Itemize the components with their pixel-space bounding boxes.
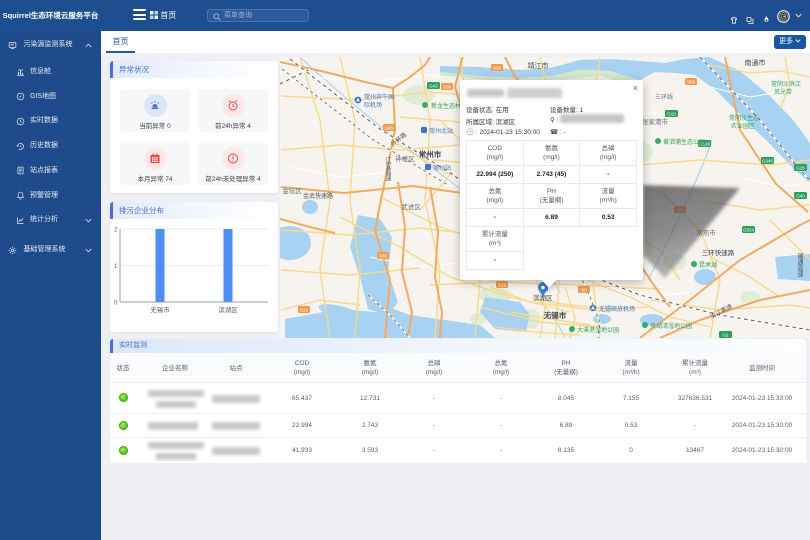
svg-text:际机场: 际机场: [364, 101, 382, 109]
svg-text:常州北站: 常州北站: [429, 127, 453, 135]
svg-text:无锡市: 无锡市: [150, 305, 170, 314]
svg-text:昆承湖: 昆承湖: [699, 261, 717, 269]
svg-text:贡湖湾湿地公园: 贡湖湾湿地公园: [650, 322, 692, 330]
svg-text:G42: G42: [429, 84, 438, 89]
svg-text:常阴沙生态: 常阴沙生态: [729, 114, 759, 122]
svg-text:张家港市: 张家港市: [642, 117, 669, 126]
svg-text:G15: G15: [796, 166, 805, 171]
svg-text:武进区: 武进区: [401, 202, 421, 211]
svg-text:S48: S48: [385, 126, 394, 131]
svg-text:钟楼区: 钟楼区: [395, 154, 415, 163]
svg-text:滨湖区: 滨湖区: [533, 293, 553, 302]
svg-text:G40: G40: [796, 194, 805, 199]
svg-text:常州奔牛国: 常州奔牛国: [364, 93, 394, 101]
svg-text:常州市: 常州市: [419, 149, 442, 159]
svg-text:无锡硕放机场: 无锡硕放机场: [599, 305, 635, 313]
svg-text:S19: S19: [498, 283, 507, 288]
svg-text:锡通高速: 锡通高速: [796, 252, 803, 278]
svg-text:金坛区: 金坛区: [282, 186, 302, 195]
svg-text:1: 1: [114, 263, 118, 270]
svg-text:滨湖区: 滨湖区: [218, 305, 238, 314]
svg-text:金武快速路: 金武快速路: [303, 192, 333, 200]
svg-text:S65: S65: [379, 254, 388, 259]
svg-text:常阴沙滨江: 常阴沙滨江: [771, 80, 801, 88]
svg-text:南通市: 南通市: [745, 58, 766, 67]
svg-text:S39: S39: [443, 85, 452, 90]
svg-text:G15: G15: [667, 112, 676, 117]
svg-text:常州站: 常州站: [433, 164, 451, 172]
svg-text:黄泗浦生态公园: 黄泗浦生态公园: [663, 138, 705, 146]
svg-text:大溪港湿地公园: 大溪港湿地公园: [577, 326, 619, 334]
svg-text:无锡市: 无锡市: [543, 310, 567, 320]
svg-text:S9: S9: [581, 288, 587, 293]
svg-text:江宜高速: 江宜高速: [384, 157, 391, 182]
svg-text:2: 2: [114, 227, 118, 234]
svg-text:农业园区: 农业园区: [731, 122, 755, 130]
svg-text:三环线: 三环线: [655, 93, 673, 101]
svg-text:S29: S29: [493, 66, 502, 71]
svg-text:S58: S58: [687, 80, 696, 85]
svg-text:G346: G346: [762, 159, 774, 164]
svg-text:靖江市: 靖江市: [528, 61, 549, 70]
svg-text:S19: S19: [300, 308, 309, 313]
svg-text:新龙生态林: 新龙生态林: [431, 102, 461, 110]
svg-text:0: 0: [114, 300, 118, 307]
svg-text:三环快速路: 三环快速路: [702, 248, 735, 257]
svg-text:G524: G524: [743, 228, 755, 233]
svg-text:G2: G2: [722, 333, 729, 338]
svg-text:风光带: 风光带: [774, 88, 792, 96]
